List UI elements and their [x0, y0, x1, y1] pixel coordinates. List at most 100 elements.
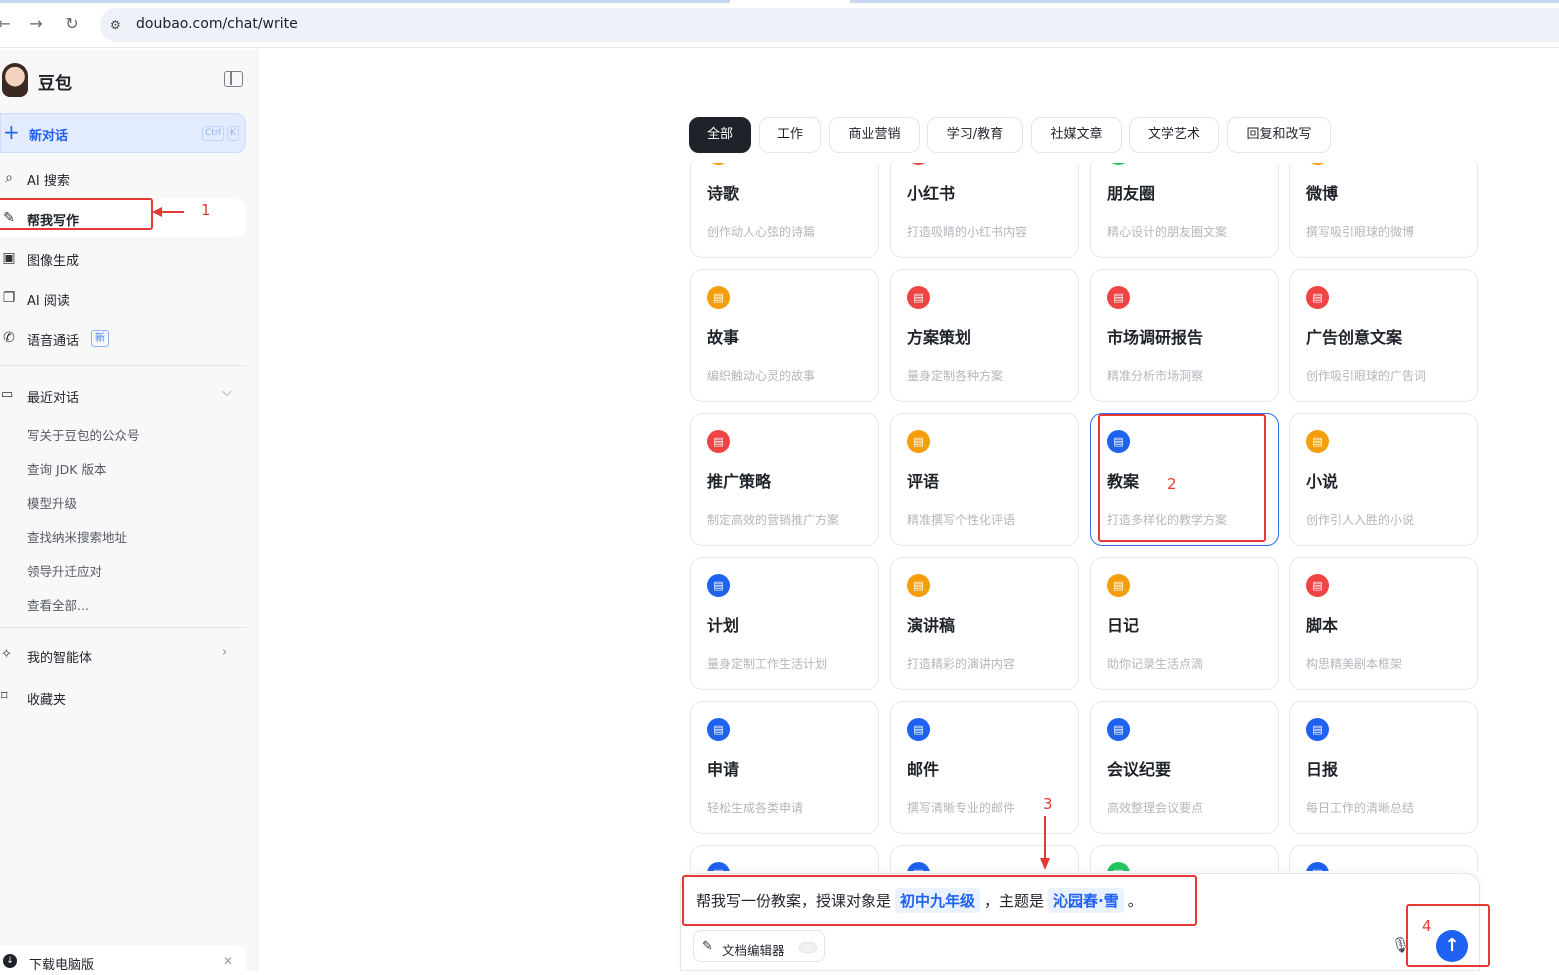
- app-name: 豆包: [38, 74, 72, 94]
- template-icon: ▤: [1107, 574, 1130, 597]
- annotation-box-2: [1098, 414, 1266, 542]
- template-icon: ▤: [707, 286, 730, 309]
- url-text[interactable]: doubao.com/chat/write: [136, 16, 298, 32]
- template-title: 推广策略: [707, 472, 772, 491]
- sidebar-item-label: AI 搜索: [27, 174, 70, 189]
- sidebar-item-label: AI 阅读: [27, 294, 70, 309]
- tab-business-marketing[interactable]: 商业营销: [829, 117, 920, 153]
- image-icon: ▣: [2, 250, 16, 266]
- template-description: 打造吸睛的小红书内容: [907, 225, 1028, 239]
- tab-social-media[interactable]: 社媒文章: [1031, 117, 1122, 153]
- template-card[interactable]: ▤ 微博撰写吸引眼球的微博: [1289, 163, 1478, 258]
- template-icon: ▤: [1306, 718, 1329, 741]
- agents-label: 我的智能体: [27, 651, 93, 666]
- template-card[interactable]: ▤ 日报 每日工作的清晰总结: [1289, 701, 1478, 834]
- doc-editor-toggle[interactable]: ✎ 文档编辑器: [693, 930, 825, 962]
- template-card[interactable]: ▤: [690, 845, 879, 871]
- chevron-down-icon[interactable]: ⌵: [222, 385, 232, 400]
- template-description: 精准分析市场洞察: [1107, 369, 1204, 383]
- template-description: 精准撰写个性化评语: [907, 513, 1016, 527]
- template-card[interactable]: ▤ 故事 编织触动心灵的故事: [690, 269, 879, 402]
- template-icon: ▤: [1107, 163, 1130, 165]
- recent-chat-item[interactable]: 查询 JDK 版本: [27, 459, 106, 478]
- template-icon: ▤: [907, 718, 930, 741]
- sidebar-item-voice-call[interactable]: ✆ 语音通话 新: [0, 319, 246, 357]
- sidebar-item-image-gen[interactable]: ▣ 图像生成: [0, 239, 246, 277]
- template-card[interactable]: ▤ 诗歌创作动人心弦的诗篇: [690, 163, 879, 258]
- template-title: 申请: [707, 760, 740, 779]
- template-description: 撰写吸引眼球的微博: [1306, 225, 1415, 239]
- recent-chat-item[interactable]: 查找纳米搜索地址: [27, 527, 127, 546]
- template-card[interactable]: ▤ 计划 量身定制工作生活计划: [690, 557, 879, 690]
- template-title: 邮件: [907, 760, 940, 779]
- download-icon: ↓: [3, 954, 17, 968]
- template-icon: ▤: [907, 286, 930, 309]
- template-card[interactable]: ▤ 申请 轻松生成各类申请: [690, 701, 879, 834]
- template-card[interactable]: ▤ 小说 创作引人入胜的小说: [1289, 413, 1478, 546]
- forward-arrow-icon[interactable]: →: [26, 14, 46, 34]
- recent-chat-item[interactable]: 领导升迁应对: [27, 561, 102, 580]
- template-description: 构思精美剧本框架: [1306, 657, 1403, 671]
- annotation-number-1: 1: [201, 201, 211, 219]
- tab-reply-rewrite[interactable]: 回复和改写: [1227, 117, 1331, 153]
- template-icon: ▤: [1107, 862, 1130, 871]
- site-settings-icon[interactable]: ⚙: [110, 17, 126, 33]
- edit-doc-icon: ✎: [702, 939, 713, 954]
- template-card[interactable]: ▤ 评语 精准撰写个性化评语: [890, 413, 1079, 546]
- template-card[interactable]: ▤ 推广策略 制定高效的营销推广方案: [690, 413, 879, 546]
- new-chat-label: 新对话: [29, 129, 69, 144]
- download-label: 下载电脑版: [29, 958, 95, 973]
- tab-literature-art[interactable]: 文学艺术: [1129, 117, 1219, 153]
- template-card[interactable]: ▤: [1090, 845, 1279, 871]
- sidebar-item-agents[interactable]: ✧ 我的智能体 ›: [0, 640, 246, 670]
- template-card[interactable]: ▤ 广告创意文案 创作吸引眼球的广告词: [1289, 269, 1478, 402]
- template-title: 故事: [707, 328, 740, 347]
- template-card[interactable]: ▤ 方案策划 量身定制各种方案: [890, 269, 1079, 402]
- template-card[interactable]: ▤ 演讲稿 打造精彩的演讲内容: [890, 557, 1079, 690]
- address-bar[interactable]: ⚙ doubao.com/chat/write: [100, 8, 1559, 42]
- sidebar-item-favorites[interactable]: ⌑ 收藏夹: [0, 682, 246, 712]
- close-icon[interactable]: ✕: [223, 954, 233, 968]
- template-title: 方案策划: [907, 328, 972, 347]
- template-card[interactable]: ▤ 市场调研报告 精准分析市场洞察: [1090, 269, 1279, 402]
- tab-study-education[interactable]: 学习/教育: [927, 117, 1023, 153]
- template-icon: ▤: [707, 163, 730, 165]
- back-arrow-icon[interactable]: ←: [0, 14, 14, 34]
- template-card[interactable]: ▤ 会议纪要 高效整理会议要点: [1090, 701, 1279, 834]
- book-icon: ❐: [2, 290, 16, 306]
- template-description: 创作引人入胜的小说: [1306, 513, 1415, 527]
- recent-chat-item[interactable]: 写关于豆包的公众号: [27, 425, 140, 444]
- template-icon: ▤: [1306, 163, 1329, 165]
- toggle-switch[interactable]: [799, 942, 817, 953]
- template-description: 创作吸引眼球的广告词: [1306, 369, 1427, 383]
- browser-toolbar: ← → ↻ ⚙ doubao.com/chat/write: [0, 0, 1559, 48]
- tab-work[interactable]: 工作: [759, 117, 821, 153]
- template-card[interactable]: ▤: [1289, 845, 1478, 871]
- template-card[interactable]: ▤ 朋友圈精心设计的朋友圈文案: [1090, 163, 1279, 258]
- shortcut-key: K: [227, 126, 239, 141]
- recent-chat-item[interactable]: 模型升级: [27, 493, 77, 512]
- template-icon: ▤: [907, 574, 930, 597]
- annotation-arrow-3: [1040, 816, 1050, 870]
- template-card[interactable]: ▤ 脚本 构思精美剧本框架: [1289, 557, 1478, 690]
- template-icon: ▤: [907, 430, 930, 453]
- recent-chats-title: 最近对话: [27, 391, 80, 406]
- template-title: 小说: [1306, 472, 1339, 491]
- recent-chats-header[interactable]: ▭ 最近对话 ⌵: [0, 380, 246, 410]
- template-card[interactable]: ▤ 邮件 撰写清晰专业的邮件: [890, 701, 1079, 834]
- reload-icon[interactable]: ↻: [62, 14, 82, 34]
- template-title: 朋友圈: [1107, 184, 1156, 203]
- template-card[interactable]: ▤ 小红书打造吸睛的小红书内容: [890, 163, 1079, 258]
- template-title: 诗歌: [707, 184, 740, 203]
- sidebar-item-ai-search[interactable]: ⌕ AI 搜索: [0, 159, 246, 197]
- template-icon: ▤: [907, 862, 930, 871]
- template-title: 微博: [1306, 184, 1339, 203]
- annotation-box-3: [682, 875, 1197, 926]
- template-card[interactable]: ▤ 日记 助你记录生活点滴: [1090, 557, 1279, 690]
- view-all-link[interactable]: 查看全部...: [27, 595, 89, 614]
- sidebar-item-ai-reading[interactable]: ❐ AI 阅读: [0, 279, 246, 317]
- tab-all[interactable]: 全部: [689, 117, 751, 153]
- favorites-label: 收藏夹: [27, 693, 67, 708]
- new-chat-button[interactable]: + 新对话 Ctrl K: [0, 113, 246, 153]
- sidebar-toggle-icon[interactable]: [224, 71, 243, 87]
